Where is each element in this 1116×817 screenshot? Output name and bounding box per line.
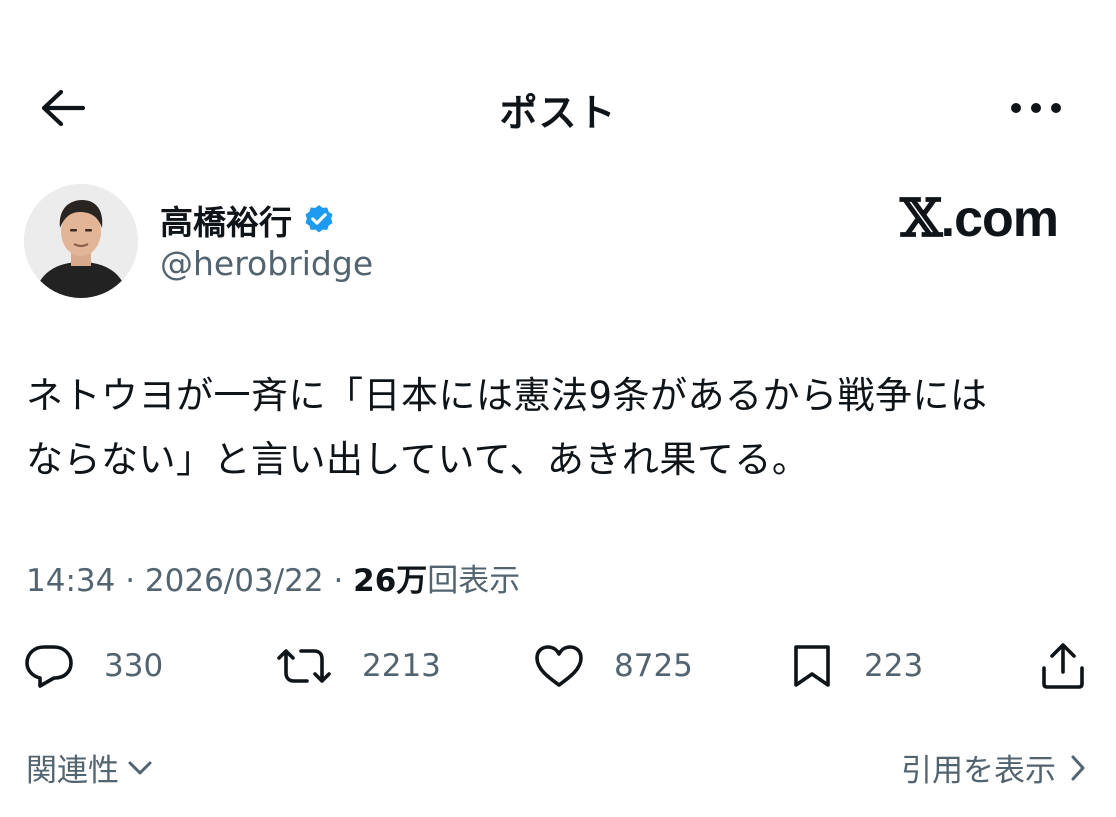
page-title: ポスト bbox=[499, 91, 617, 135]
reply-icon bbox=[25, 645, 73, 688]
reply-count: 330 bbox=[104, 648, 164, 684]
avatar[interactable] bbox=[24, 184, 138, 298]
post-date[interactable]: 2026/03/22 bbox=[145, 563, 324, 599]
bookmark-count: 223 bbox=[864, 648, 924, 684]
repost-icon bbox=[277, 649, 331, 683]
display-name[interactable]: 高橋裕行 bbox=[160, 196, 292, 244]
like-count: 8725 bbox=[614, 648, 693, 684]
post-time[interactable]: 14:34 bbox=[26, 563, 115, 599]
top-bar: ポスト bbox=[0, 72, 1116, 142]
repost-button[interactable]: 2213 bbox=[276, 636, 441, 696]
reply-sort-bar: 関連性 引用を表示 bbox=[26, 745, 1086, 795]
post-detail-page: ポスト 高橋裕行 @herobridge 𝕏.com ネトウヨが一斉に「日本には… bbox=[0, 0, 1116, 817]
x-logo-icon: 𝕏 bbox=[900, 188, 942, 249]
author-block: 高橋裕行 @herobridge 𝕏.com bbox=[24, 182, 1084, 302]
sort-by-relevance-button[interactable]: 関連性 bbox=[26, 745, 153, 790]
chevron-down-icon bbox=[128, 761, 152, 774]
post-text: ネトウヨが一斉に「日本には憲法9条があるから戦争には ならない」と言い出していて… bbox=[26, 364, 1096, 492]
meta-separator: · bbox=[323, 563, 354, 599]
chevron-right-icon bbox=[1071, 755, 1085, 780]
sort-label: 関連性 bbox=[26, 753, 119, 789]
more-options-button[interactable] bbox=[1006, 84, 1066, 132]
view-quotes-label: 引用を表示 bbox=[901, 753, 1056, 789]
meta-separator: · bbox=[115, 563, 145, 599]
avatar-photo bbox=[24, 184, 138, 298]
share-button[interactable] bbox=[1040, 636, 1086, 696]
action-bar: 330 2213 8725 223 bbox=[24, 636, 1094, 696]
views-count: 26万 bbox=[353, 563, 428, 599]
view-quotes-button[interactable]: 引用を表示 bbox=[901, 745, 1086, 790]
bookmark-button[interactable]: 223 bbox=[790, 636, 923, 696]
post-text-line: ならない」と言い出していて、あきれ果てる。 bbox=[26, 438, 810, 481]
x-com-watermark: 𝕏.com bbox=[900, 188, 1059, 249]
post-text-line: ネトウヨが一斉に「日本には憲法9条があるから戦争には bbox=[26, 374, 988, 417]
user-handle[interactable]: @herobridge bbox=[160, 244, 373, 283]
more-horizontal-icon bbox=[1011, 103, 1061, 113]
display-name-row: 高橋裕行 bbox=[160, 196, 336, 244]
post-meta: 14:34 · 2026/03/22 · 26万回表示 bbox=[26, 555, 520, 600]
views-label: 回表示 bbox=[427, 563, 521, 599]
repost-count: 2213 bbox=[362, 648, 441, 684]
bookmark-icon bbox=[794, 645, 830, 687]
share-icon bbox=[1042, 643, 1084, 689]
verified-badge-icon bbox=[305, 205, 333, 233]
heart-icon bbox=[535, 645, 583, 687]
brand-suffix: .com bbox=[940, 190, 1059, 248]
like-button[interactable]: 8725 bbox=[534, 636, 693, 696]
reply-button[interactable]: 330 bbox=[24, 636, 163, 696]
